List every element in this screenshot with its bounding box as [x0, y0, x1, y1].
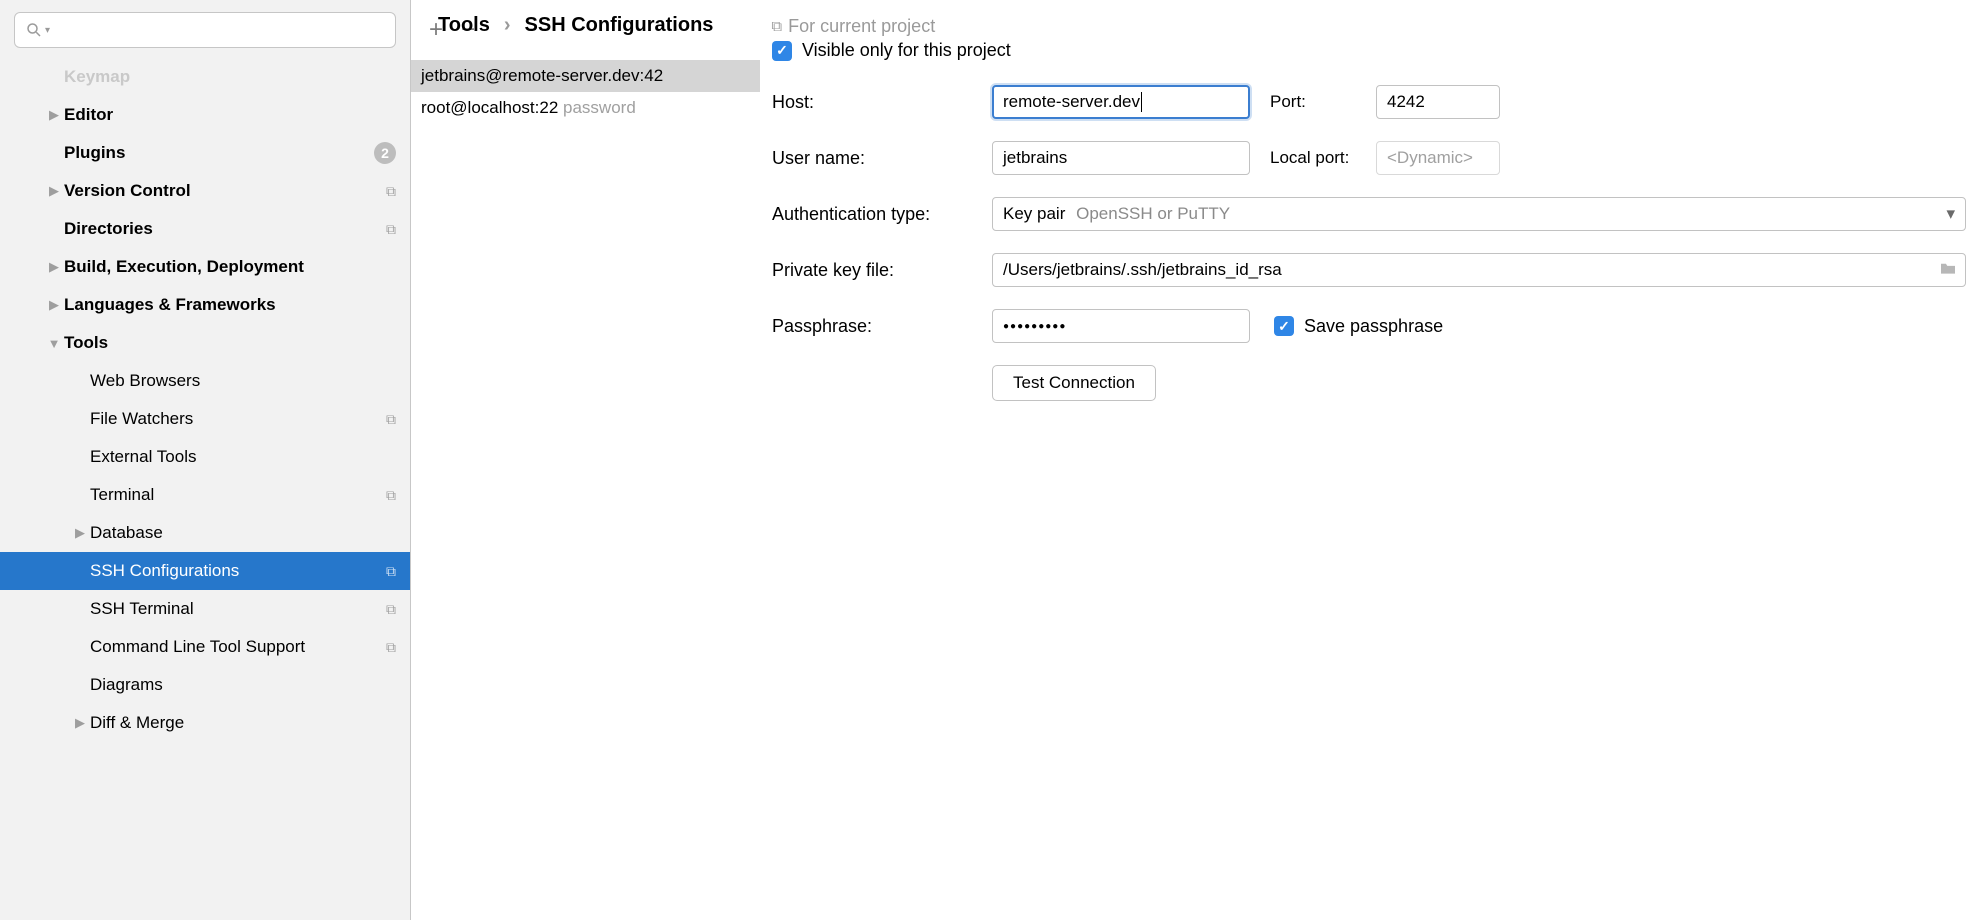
copy-icon: ⧉: [386, 563, 396, 580]
sidebar-item-ssh-configurations[interactable]: ▶SSH Configurations⧉: [0, 552, 410, 590]
sidebar-item-file-watchers[interactable]: ▶File Watchers⧉: [0, 400, 410, 438]
sidebar-item-label: Diff & Merge: [90, 713, 396, 733]
settings-sidebar: ▾ ▶Keymap▶Editor▶Plugins2▶Version Contro…: [0, 0, 411, 920]
sidebar-item-label: Build, Execution, Deployment: [64, 257, 396, 277]
local-port-input[interactable]: <Dynamic>: [1376, 141, 1500, 175]
sidebar-item-label: Terminal: [90, 485, 386, 505]
sidebar-item-label: SSH Configurations: [90, 561, 386, 581]
sidebar-item-label: Web Browsers: [90, 371, 396, 391]
sidebar-item-keymap[interactable]: ▶Keymap: [0, 58, 410, 96]
sidebar-item-database[interactable]: ▶Database: [0, 514, 410, 552]
passphrase-input[interactable]: ●●●●●●●●●: [992, 309, 1250, 343]
passphrase-label: Passphrase:: [772, 316, 992, 337]
check-icon: ✓: [1274, 316, 1294, 336]
sidebar-item-label: External Tools: [90, 447, 396, 467]
sidebar-item-tools[interactable]: ▼Tools: [0, 324, 410, 362]
private-key-input[interactable]: /Users/jetbrains/.ssh/jetbrains_id_rsa: [992, 253, 1966, 287]
copy-icon: ⧉: [771, 18, 782, 35]
sidebar-item-editor[interactable]: ▶Editor: [0, 96, 410, 134]
username-label: User name:: [772, 148, 992, 169]
save-passphrase-checkbox[interactable]: ✓ Save passphrase: [1274, 316, 1443, 337]
copy-icon: ⧉: [386, 639, 396, 656]
host-label: Host:: [772, 92, 992, 113]
chevron-right-icon: ▶: [44, 107, 64, 123]
sidebar-item-label: Command Line Tool Support: [90, 637, 386, 657]
sidebar-item-diagrams[interactable]: ▶Diagrams: [0, 666, 410, 704]
sidebar-item-label: Database: [90, 523, 396, 543]
copy-icon: ⧉: [386, 601, 396, 618]
private-key-label: Private key file:: [772, 260, 992, 281]
sidebar-item-version-control[interactable]: ▶Version Control⧉: [0, 172, 410, 210]
sidebar-item-label: Editor: [64, 105, 396, 125]
auth-type-select[interactable]: Key pair OpenSSH or PuTTY ▾: [992, 197, 1966, 231]
chevron-down-icon: ▾: [45, 25, 50, 36]
config-list-panel: + − jetbrains@remote-server.dev:42 root@…: [411, 0, 760, 920]
copy-icon: ⧉: [386, 221, 396, 238]
sidebar-item-web-browsers[interactable]: ▶Web Browsers: [0, 362, 410, 400]
test-connection-button[interactable]: Test Connection: [992, 365, 1156, 401]
search-icon: [25, 21, 43, 39]
sidebar-item-directories[interactable]: ▶Directories⧉: [0, 210, 410, 248]
sidebar-item-label: Languages & Frameworks: [64, 295, 396, 315]
chevron-right-icon: ▶: [44, 183, 64, 199]
sidebar-item-label: Plugins: [64, 143, 374, 163]
sidebar-item-label: File Watchers: [90, 409, 386, 429]
settings-tree[interactable]: ▶Keymap▶Editor▶Plugins2▶Version Control⧉…: [0, 58, 410, 920]
sidebar-item-ssh-terminal[interactable]: ▶SSH Terminal⧉: [0, 590, 410, 628]
auth-type-label: Authentication type:: [772, 204, 992, 225]
copy-icon: ⧉: [386, 411, 396, 428]
search-input[interactable]: ▾: [14, 12, 396, 48]
chevron-down-icon: ▼: [44, 336, 64, 351]
config-detail: ✓ Visible only for this project Host: re…: [760, 0, 1984, 920]
update-count-badge: 2: [374, 142, 396, 164]
check-icon: ✓: [772, 41, 792, 61]
breadcrumb-root[interactable]: Tools: [438, 14, 490, 37]
username-input[interactable]: jetbrains: [992, 141, 1250, 175]
sidebar-item-build-execution-deployment[interactable]: ▶Build, Execution, Deployment: [0, 248, 410, 286]
chevron-right-icon: ▶: [70, 525, 90, 541]
visible-only-checkbox[interactable]: ✓ Visible only for this project: [772, 40, 1011, 61]
folder-open-icon[interactable]: [1939, 260, 1957, 280]
sidebar-item-label: Keymap: [64, 67, 396, 87]
copy-icon: ⧉: [386, 487, 396, 504]
sidebar-item-label: SSH Terminal: [90, 599, 386, 619]
chevron-down-icon: ▾: [1946, 204, 1955, 224]
scope-label: ⧉ For current project: [771, 16, 935, 37]
sidebar-item-external-tools[interactable]: ▶External Tools: [0, 438, 410, 476]
sidebar-item-terminal[interactable]: ▶Terminal⧉: [0, 476, 410, 514]
text-caret: [1141, 92, 1142, 112]
chevron-right-icon: ▶: [70, 715, 90, 731]
sidebar-item-command-line-tool-support[interactable]: ▶Command Line Tool Support⧉: [0, 628, 410, 666]
breadcrumb: Tools › SSH Configurations ⧉ For current…: [438, 14, 935, 37]
chevron-right-icon: ▶: [44, 297, 64, 313]
config-item[interactable]: jetbrains@remote-server.dev:42: [411, 60, 760, 92]
sidebar-item-label: Version Control: [64, 181, 386, 201]
config-list[interactable]: jetbrains@remote-server.dev:42 root@loca…: [411, 60, 760, 920]
local-port-label: Local port:: [1250, 148, 1376, 168]
sidebar-item-label: Directories: [64, 219, 386, 239]
sidebar-item-languages-frameworks[interactable]: ▶Languages & Frameworks: [0, 286, 410, 324]
config-item[interactable]: root@localhost:22 password: [411, 92, 760, 124]
sidebar-item-label: Diagrams: [90, 675, 396, 695]
host-input[interactable]: remote-server.dev: [992, 85, 1250, 119]
sidebar-item-label: Tools: [64, 333, 396, 353]
port-input[interactable]: 4242: [1376, 85, 1500, 119]
copy-icon: ⧉: [386, 183, 396, 200]
port-label: Port:: [1250, 92, 1376, 112]
sidebar-item-diff-merge[interactable]: ▶Diff & Merge: [0, 704, 410, 742]
chevron-right-icon: ▶: [44, 259, 64, 275]
breadcrumb-current: SSH Configurations: [525, 14, 714, 37]
breadcrumb-separator: ›: [504, 14, 511, 37]
sidebar-item-plugins[interactable]: ▶Plugins2: [0, 134, 410, 172]
